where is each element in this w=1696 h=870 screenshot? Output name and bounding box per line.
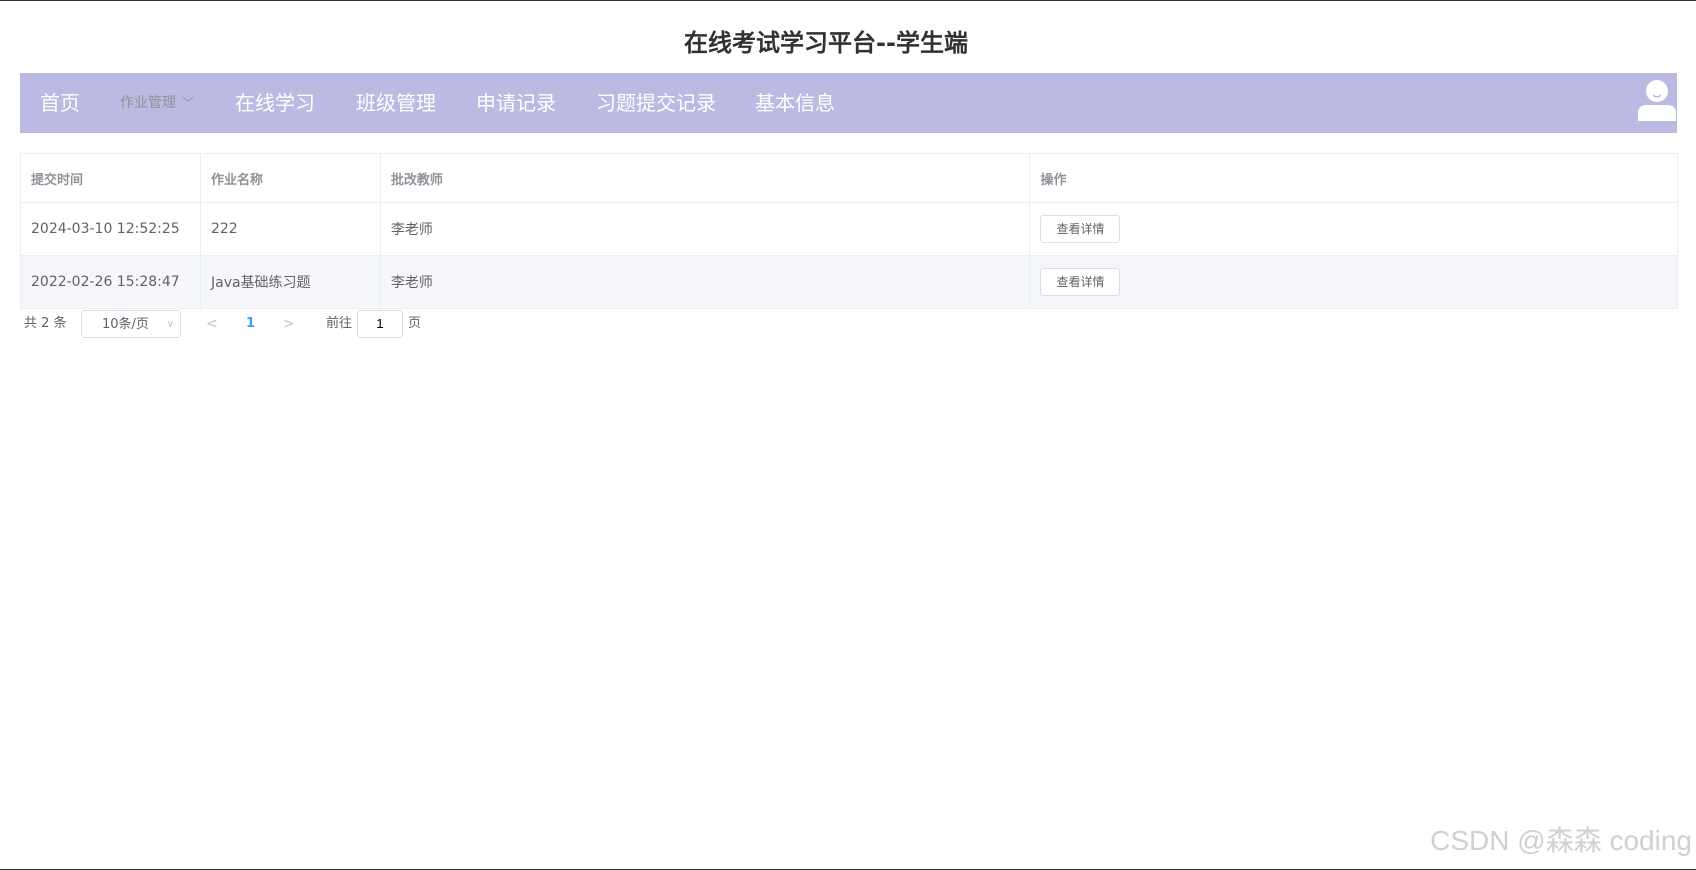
view-details-button[interactable]: 查看详情 <box>1040 215 1121 243</box>
page-title: 在线考试学习平台--学生端 <box>684 29 968 57</box>
cell-submit-time: 2022-02-26 15:28:47 <box>20 255 201 309</box>
table-header-row: 提交时间 作业名称 批改教师 操作 <box>20 153 1678 203</box>
submission-table: 提交时间 作业名称 批改教师 操作 2024-03-10 12:52:25 22… <box>20 153 1678 309</box>
cell-teacher: 李老师 <box>379 202 1031 256</box>
column-header-homework-name[interactable]: 作业名称 <box>199 153 381 203</box>
nav-item-apply-records[interactable]: 申请记录 <box>476 73 556 133</box>
pagination-total: 共 2 条 <box>24 316 67 331</box>
nav-item-home[interactable]: 首页 <box>40 73 80 133</box>
goto-page-input[interactable] <box>357 310 403 338</box>
column-header-actions[interactable]: 操作 <box>1029 153 1678 203</box>
cell-homework-name: Java基础练习题 <box>199 255 381 309</box>
top-navbar: 首页 作业管理 ﹀ 在线学习 班级管理 申请记录 习题提交记录 基本信息 <box>20 73 1677 133</box>
prev-page-icon[interactable]: < <box>206 310 218 338</box>
watermark-text: CSDN @森森 coding <box>1430 825 1692 856</box>
table-row: 2024-03-10 12:52:25 222 李老师 查看详情 <box>20 202 1678 256</box>
chevron-down-icon: ﹀ <box>182 96 195 110</box>
cell-actions: 查看详情 <box>1029 255 1678 309</box>
cell-submit-time: 2024-03-10 12:52:25 <box>20 202 201 256</box>
nav-item-basic-info[interactable]: 基本信息 <box>755 73 835 133</box>
app-frame: 在线考试学习平台--学生端 首页 作业管理 ﹀ 在线学习 班级管理 申请记录 习题… <box>0 0 1696 870</box>
column-header-teacher[interactable]: 批改教师 <box>379 153 1031 203</box>
nav-item-homework[interactable]: 作业管理 ﹀ <box>120 73 194 133</box>
user-avatar-icon[interactable] <box>1637 79 1677 123</box>
goto-suffix: 页 <box>408 316 422 331</box>
nav-item-submit-records[interactable]: 习题提交记录 <box>596 73 716 133</box>
page-size-select[interactable]: 10条/页 ∨ <box>81 310 181 338</box>
current-page-number[interactable]: 1 <box>246 310 255 338</box>
chevron-down-icon: ∨ <box>166 319 174 330</box>
page-size-value: 10条/页 <box>102 317 149 332</box>
table-row: 2022-02-26 15:28:47 Java基础练习题 李老师 查看详情 <box>20 255 1678 309</box>
cell-teacher: 李老师 <box>379 255 1031 309</box>
goto-label: 前往 <box>326 316 353 331</box>
cell-homework-name: 222 <box>199 202 381 256</box>
nav-item-homework-label: 作业管理 <box>120 95 176 111</box>
next-page-icon[interactable]: > <box>283 310 295 338</box>
column-header-submit-time[interactable]: 提交时间 <box>20 153 201 203</box>
cell-actions: 查看详情 <box>1029 202 1678 256</box>
view-details-button[interactable]: 查看详情 <box>1040 268 1121 296</box>
nav-item-class-management[interactable]: 班级管理 <box>356 73 436 133</box>
nav-item-online-study[interactable]: 在线学习 <box>235 73 315 133</box>
